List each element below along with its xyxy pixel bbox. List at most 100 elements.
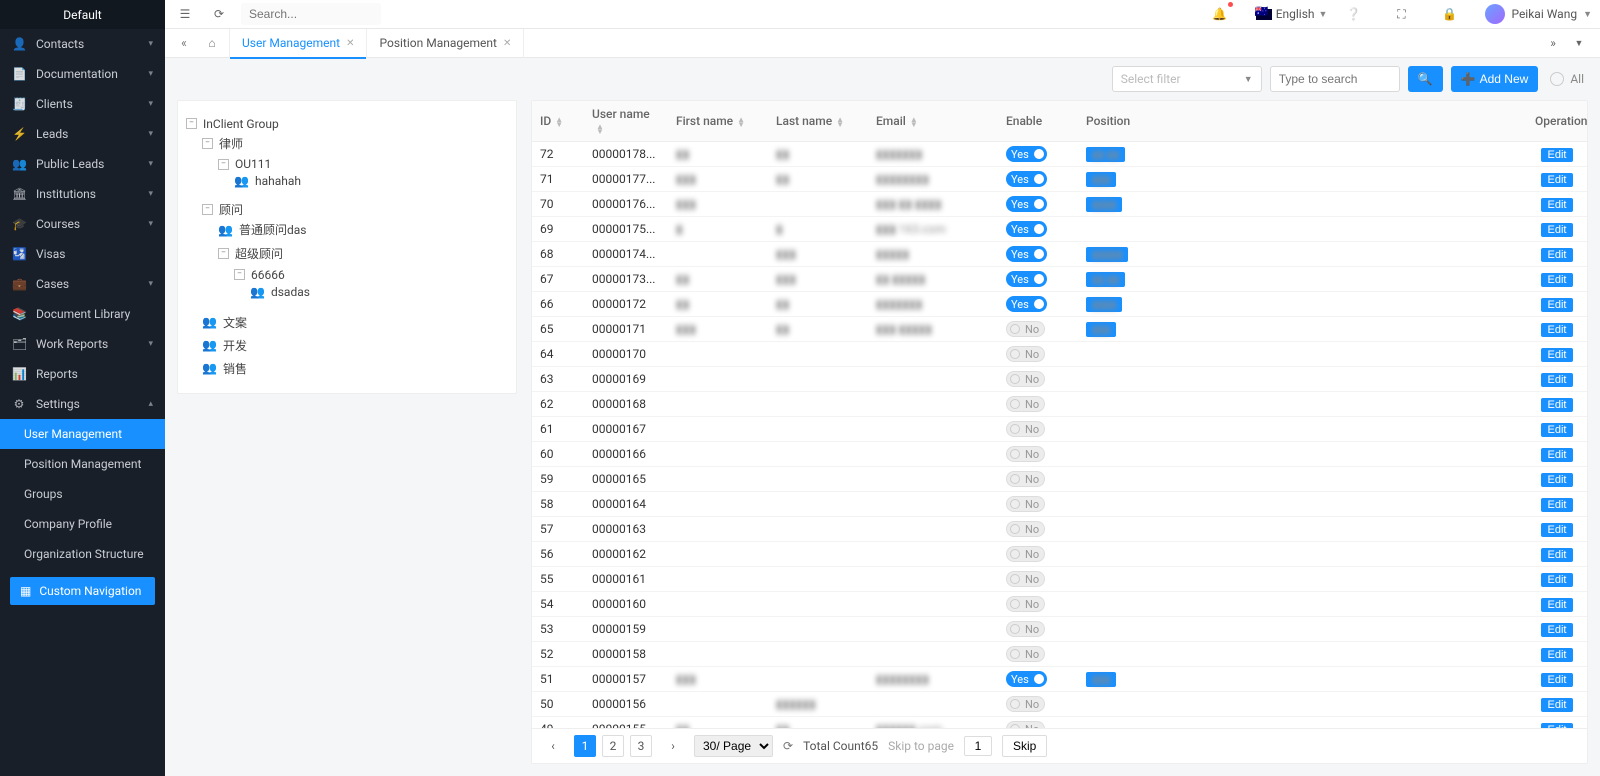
enable-switch[interactable]: No (1006, 521, 1045, 537)
edit-button[interactable]: Edit (1541, 373, 1574, 387)
position-tag[interactable]: ▮▮ ▮▮ (1086, 147, 1125, 162)
global-search-input[interactable] (241, 3, 381, 25)
tree-node[interactable]: −律师 (202, 135, 243, 152)
sidebar-item-reports[interactable]: 📊 Reports (0, 359, 165, 389)
enable-switch[interactable]: Yes (1006, 296, 1047, 312)
tree-node[interactable]: −超级顾问 (218, 245, 283, 262)
enable-switch[interactable]: No (1006, 471, 1045, 487)
tree-node[interactable]: −顾问 (202, 201, 243, 218)
sidebar-item-leads[interactable]: ⚡ Leads ▾ (0, 119, 165, 149)
tabs-scroll-left-icon[interactable]: « (173, 32, 195, 54)
enable-switch[interactable]: No (1006, 396, 1045, 412)
enable-switch[interactable]: No (1006, 546, 1045, 562)
enable-switch[interactable]: Yes (1006, 171, 1047, 187)
enable-switch[interactable]: No (1006, 421, 1045, 437)
position-tag[interactable]: ▮▮▮ (1086, 172, 1116, 187)
fullscreen-icon[interactable]: ⛶ (1389, 2, 1413, 26)
edit-button[interactable]: Edit (1541, 323, 1574, 337)
page-next-button[interactable]: › (662, 735, 684, 757)
edit-button[interactable]: Edit (1541, 423, 1574, 437)
edit-button[interactable]: Edit (1541, 498, 1574, 512)
sidebar-subitem-user-management[interactable]: User Management (0, 419, 165, 449)
position-tag[interactable]: ▮▮▮▮▮ (1086, 247, 1128, 262)
custom-navigation-button[interactable]: ▦Custom Navigation (10, 577, 155, 605)
enable-switch[interactable]: No (1006, 321, 1045, 337)
sidebar-subitem-company-profile[interactable]: Company Profile (0, 509, 165, 539)
help-icon[interactable]: ❔ (1341, 2, 1365, 26)
sidebar-item-document-library[interactable]: 📚 Document Library (0, 299, 165, 329)
page-number-button[interactable]: 1 (574, 735, 596, 757)
enable-switch[interactable]: Yes (1006, 221, 1047, 237)
edit-button[interactable]: Edit (1541, 698, 1574, 712)
edit-button[interactable]: Edit (1541, 473, 1574, 487)
skip-page-input[interactable] (964, 736, 992, 756)
tree-collapse-icon[interactable]: − (202, 204, 213, 215)
th-email[interactable]: Email▲▼ (868, 101, 998, 142)
close-icon[interactable]: ✕ (503, 38, 511, 49)
enable-switch[interactable]: Yes (1006, 271, 1047, 287)
language-switcher[interactable]: English ▼ (1256, 7, 1328, 21)
tab-position-management[interactable]: Position Management✕ (367, 29, 524, 58)
tree-node[interactable]: −66666 (234, 268, 285, 282)
enable-switch[interactable]: No (1006, 696, 1045, 712)
enable-switch[interactable]: Yes (1006, 671, 1047, 687)
enable-switch[interactable]: No (1006, 571, 1045, 587)
enable-switch[interactable]: No (1006, 371, 1045, 387)
enable-switch[interactable]: No (1006, 446, 1045, 462)
sidebar-item-contacts[interactable]: 👤 Contacts ▾ (0, 29, 165, 59)
tree-node[interactable]: 👥文案 (202, 314, 247, 331)
search-button[interactable]: 🔍 (1408, 66, 1443, 92)
tree-node[interactable]: 👥dsadas (250, 285, 310, 299)
sidebar-item-institutions[interactable]: 🏛 Institutions ▾ (0, 179, 165, 209)
filter-select[interactable]: Select filter ▼ (1112, 66, 1262, 92)
tree-collapse-icon[interactable]: − (234, 269, 245, 280)
th-id[interactable]: ID▲▼ (532, 101, 584, 142)
sidebar-item-public-leads[interactable]: 👥 Public Leads ▾ (0, 149, 165, 179)
sidebar-item-documentation[interactable]: 📄 Documentation ▾ (0, 59, 165, 89)
sidebar-subitem-position-management[interactable]: Position Management (0, 449, 165, 479)
th-firstname[interactable]: First name▲▼ (668, 101, 768, 142)
tree-node[interactable]: 👥普通顾问das (218, 221, 306, 238)
tabs-scroll-right-icon[interactable]: » (1540, 30, 1566, 56)
user-menu[interactable]: Peikai Wang ▼ (1485, 4, 1592, 24)
edit-button[interactable]: Edit (1541, 523, 1574, 537)
enable-switch[interactable]: No (1006, 621, 1045, 637)
tree-collapse-icon[interactable]: − (186, 118, 197, 129)
sidebar-item-cases[interactable]: 💼 Cases ▾ (0, 269, 165, 299)
refresh-icon[interactable]: ⟳ (783, 739, 793, 753)
edit-button[interactable]: Edit (1541, 173, 1574, 187)
edit-button[interactable]: Edit (1541, 248, 1574, 262)
position-tag[interactable]: ▮▮▮▮ (1086, 197, 1122, 212)
enable-switch[interactable]: Yes (1006, 146, 1047, 162)
tree-collapse-icon[interactable]: − (218, 159, 229, 170)
enable-switch[interactable]: No (1006, 646, 1045, 662)
position-tag[interactable]: ▮▮▮ (1086, 672, 1116, 687)
sidebar-item-clients[interactable]: 🧾 Clients ▾ (0, 89, 165, 119)
sidebar-subitem-organization-structure[interactable]: Organization Structure (0, 539, 165, 569)
home-tab-icon[interactable]: ⌂ (201, 32, 223, 54)
enable-switch[interactable]: No (1006, 496, 1045, 512)
edit-button[interactable]: Edit (1541, 198, 1574, 212)
close-icon[interactable]: ✕ (346, 38, 354, 49)
sidebar-item-settings[interactable]: ⚙ Settings ▴ (0, 389, 165, 419)
tab-user-management[interactable]: User Management✕ (229, 29, 367, 58)
th-username[interactable]: User name▲▼ (584, 101, 668, 142)
edit-button[interactable]: Edit (1541, 398, 1574, 412)
tree-root[interactable]: − InClient Group (186, 117, 279, 131)
tabs-menu-icon[interactable]: ▼ (1566, 30, 1592, 56)
enable-switch[interactable]: No (1006, 721, 1045, 728)
page-number-button[interactable]: 3 (630, 735, 652, 757)
table-search-input[interactable] (1270, 66, 1400, 92)
page-prev-button[interactable]: ‹ (542, 735, 564, 757)
edit-button[interactable]: Edit (1541, 648, 1574, 662)
sidebar-item-work-reports[interactable]: 🗂 Work Reports ▾ (0, 329, 165, 359)
add-new-button[interactable]: ➕ Add New (1451, 66, 1539, 92)
sidebar-subitem-groups[interactable]: Groups (0, 479, 165, 509)
position-tag[interactable]: ▮▮ ▮▮ (1086, 272, 1125, 287)
edit-button[interactable]: Edit (1541, 673, 1574, 687)
enable-switch[interactable]: Yes (1006, 246, 1047, 262)
enable-switch[interactable]: Yes (1006, 196, 1047, 212)
edit-button[interactable]: Edit (1541, 548, 1574, 562)
sidebar-item-courses[interactable]: 🎓 Courses ▾ (0, 209, 165, 239)
tree-node[interactable]: 👥hahahah (234, 174, 301, 188)
